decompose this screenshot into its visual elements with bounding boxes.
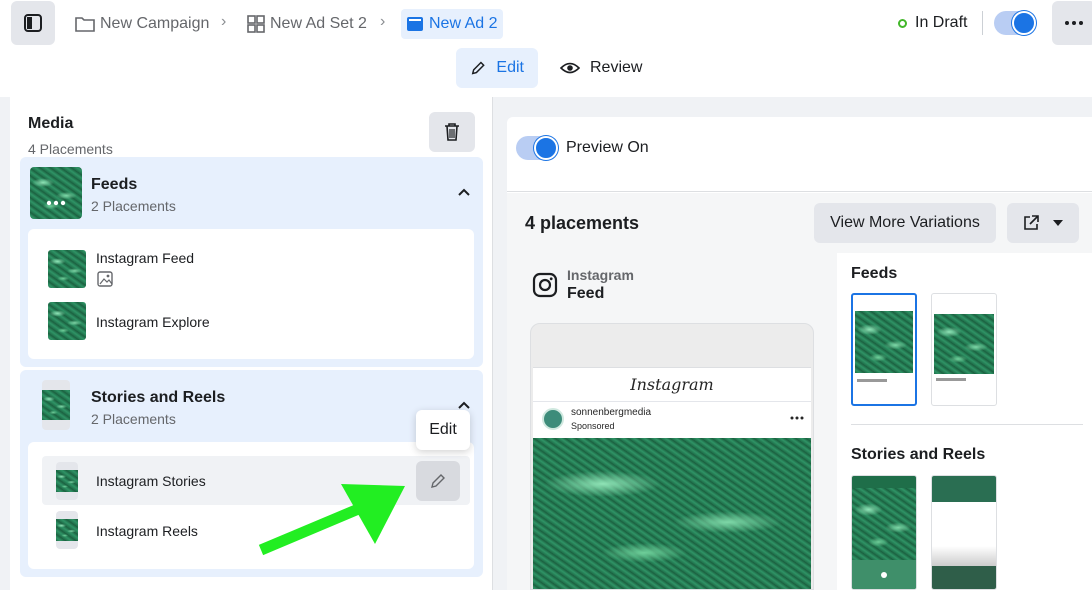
feed-thumbnail-selected[interactable] [851, 293, 917, 406]
instagram-reels-label: Instagram Reels [96, 523, 198, 539]
placement-thumbnails: Feeds Stories and Reels [837, 253, 1092, 590]
image-icon [97, 271, 113, 287]
preview-toggle-label: Preview On [566, 139, 649, 156]
instagram-feed-thumbnail [48, 250, 86, 288]
annotation-arrow-icon [258, 484, 405, 556]
more-icon [46, 200, 66, 206]
account-name: sonnenbergmedia [571, 407, 652, 418]
more-options-button[interactable] [1052, 1, 1092, 45]
instagram-icon [532, 272, 558, 298]
group-subtitle: 2 Placements [91, 198, 176, 214]
status-label: In Draft [915, 14, 968, 31]
instagram-explore-label: Instagram Explore [96, 314, 210, 330]
phone-mockup: Instagram sonnenbergmedia Sponsored [530, 323, 814, 590]
breadcrumb-adset[interactable]: New Ad Set 2 [246, 9, 367, 39]
tab-label: Review [590, 59, 643, 76]
feeds-section-title: Feeds [851, 265, 898, 282]
ad-on-off-toggle[interactable] [994, 11, 1036, 35]
group-subtitle: 2 Placements [91, 411, 176, 427]
post-header: sonnenbergmedia Sponsored [533, 402, 811, 438]
trash-icon [445, 123, 459, 141]
feeds-media-thumbnail[interactable] [30, 167, 82, 219]
edit-tooltip: Edit [416, 410, 470, 450]
sidebar-toggle-button[interactable] [11, 1, 55, 45]
stories-section-title: Stories and Reels [851, 446, 986, 463]
reels-thumbnail[interactable] [931, 475, 997, 590]
pencil-icon [471, 61, 485, 75]
eye-icon [560, 62, 580, 74]
media-subtitle: 4 Placements [28, 141, 113, 157]
instagram-stories-thumbnail [56, 462, 78, 500]
stories-media-thumbnail[interactable] [42, 380, 70, 430]
breadcrumb-label: New Ad Set 2 [270, 15, 367, 32]
placement-group-feeds: Feeds 2 Placements Instagram Feed Instag… [20, 157, 483, 367]
group-title: Stories and Reels [91, 389, 226, 406]
top-bar: New Campaign › New Ad Set 2 › New Ad 2 I… [0, 0, 1092, 46]
preview-platform: Instagram [567, 267, 634, 283]
instagram-feed-label: Instagram Feed [96, 250, 195, 266]
instagram-stories-label: Instagram Stories [96, 473, 206, 489]
divider [851, 424, 1083, 425]
tab-label: Edit [496, 59, 524, 76]
breadcrumb-label: New Ad 2 [429, 15, 498, 32]
caret-down-icon [1053, 220, 1063, 226]
breadcrumb-label: New Campaign [100, 15, 210, 32]
mode-bar: Edit Review [0, 48, 1092, 90]
edit-placement-button[interactable] [416, 461, 460, 501]
placements-header: 4 placements View More Variations [507, 193, 1092, 253]
group-title: Feeds [91, 176, 138, 193]
chevron-right-icon: › [380, 13, 386, 30]
external-link-icon [1024, 215, 1039, 230]
grid-icon [247, 15, 265, 33]
pencil-icon [431, 474, 445, 488]
explore-thumbnail[interactable] [931, 293, 997, 406]
folder-icon [75, 17, 95, 32]
toggle-knob [534, 136, 558, 160]
view-more-variations-button[interactable]: View More Variations [814, 203, 996, 243]
sponsored-label: Sponsored [571, 421, 615, 431]
instagram-explore-thumbnail [48, 302, 86, 340]
preview-toggle-row: Preview On [507, 117, 1092, 192]
stories-thumbnail[interactable] [851, 475, 917, 590]
feeds-placement-list: Instagram Feed Instagram Explore [28, 229, 474, 359]
tab-edit[interactable]: Edit [456, 48, 538, 88]
preview-toggle[interactable] [516, 136, 558, 160]
placements-count: 4 placements [525, 213, 640, 233]
divider [982, 11, 983, 35]
instagram-reels-thumbnail [56, 511, 78, 549]
share-dropdown-button[interactable] [1007, 203, 1079, 243]
breadcrumb-ad[interactable]: New Ad 2 [401, 9, 504, 39]
status-dot-icon [898, 18, 907, 28]
toggle-knob [1012, 11, 1036, 35]
more-icon [1065, 21, 1083, 25]
tab-review[interactable]: Review [546, 48, 656, 88]
delete-media-button[interactable] [429, 112, 475, 152]
breadcrumb-campaign[interactable]: New Campaign [74, 9, 209, 39]
status-badge: In Draft [898, 14, 967, 32]
post-image [533, 438, 811, 589]
avatar [542, 408, 564, 430]
panel-divider [492, 97, 493, 590]
media-title: Media [28, 115, 74, 132]
chevron-up-icon[interactable] [457, 400, 471, 410]
sidebar-icon [24, 14, 42, 32]
more-icon[interactable] [790, 416, 804, 420]
instagram-wordmark: Instagram [533, 367, 811, 402]
preview-placement: Feed [567, 285, 605, 302]
ad-icon [407, 17, 423, 31]
chevron-up-icon[interactable] [457, 187, 471, 197]
chevron-right-icon: › [221, 13, 227, 30]
